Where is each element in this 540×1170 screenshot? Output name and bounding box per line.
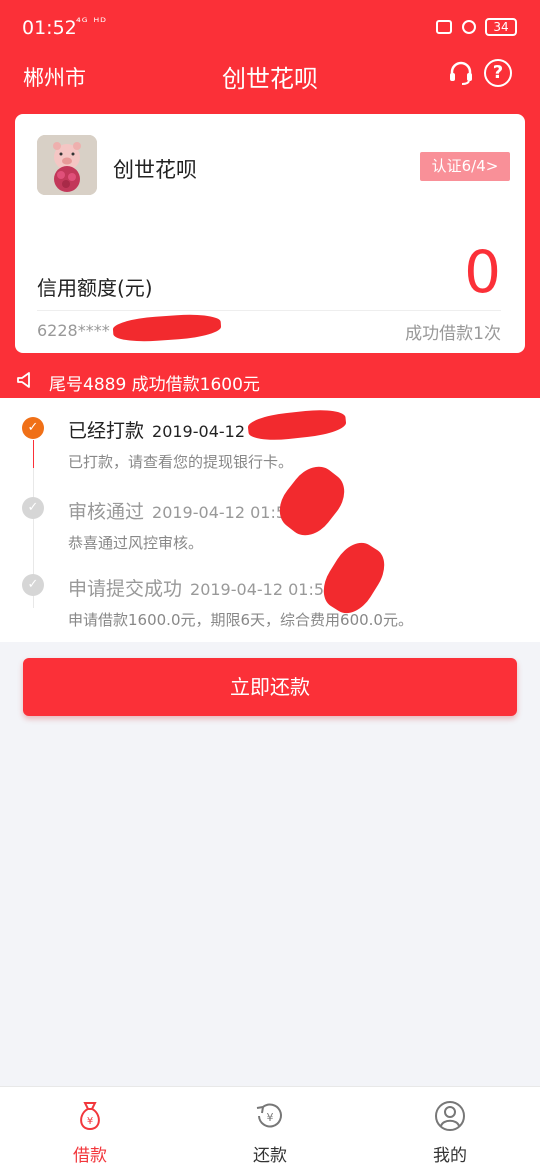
- step-title: 已经打款 2019-04-12 0: [68, 420, 261, 442]
- notice-bar: 尾号4889 成功借款1600元: [0, 368, 540, 395]
- credit-amount: 0: [464, 238, 501, 306]
- repay-icon: ¥: [256, 1103, 282, 1128]
- step-date: 2019-04-12 01:50: [190, 580, 335, 599]
- vibrate-icon: [436, 20, 452, 34]
- credit-limit-label: 信用额度(元): [37, 276, 153, 300]
- app-avatar: [37, 135, 97, 195]
- redaction-scribble: [112, 312, 222, 344]
- tab-repay[interactable]: ¥ 还款: [180, 1087, 360, 1170]
- loan-progress-timeline: ✓ 已经打款 2019-04-12 0 已打款，请查看您的提现银行卡。 ✓ 审核通…: [0, 398, 540, 642]
- money-bag-icon: ¥: [80, 1102, 100, 1131]
- speaker-icon: [17, 372, 30, 388]
- bank-card-number: 6228****: [37, 321, 110, 340]
- customer-service-icon[interactable]: [448, 60, 474, 86]
- repay-now-button[interactable]: 立即还款: [23, 658, 517, 716]
- auth-badge[interactable]: 认证6/4>: [420, 152, 510, 181]
- redaction-scribble: [246, 406, 348, 444]
- pig-avatar-icon: [37, 135, 97, 195]
- check-icon: ✓: [22, 574, 44, 596]
- battery-icon: 34: [485, 18, 517, 36]
- network-indicator: ⁴ᴳ ᴴᴰ: [76, 15, 107, 29]
- tab-mine[interactable]: 我的: [360, 1087, 540, 1170]
- step-description: 恭喜通过风控审核。: [68, 534, 204, 552]
- step-title: 审核通过 2019-04-12 01:50: [68, 501, 297, 523]
- status-time: 01:52: [22, 17, 77, 39]
- tab-label: 我的: [433, 1146, 467, 1166]
- notice-text: 尾号4889 成功借款1600元: [49, 375, 260, 395]
- bottom-tab-bar: ¥ 借款 ¥ 还款 我的: [0, 1086, 540, 1170]
- card-divider: [37, 310, 501, 311]
- step-title: 申请提交成功 2019-04-12 01:50: [68, 578, 335, 600]
- check-icon: ✓: [22, 417, 44, 439]
- credit-card-panel: 创世花呗 认证6/4> 信用额度(元) 0 6228**** 成功借款1次: [15, 114, 525, 353]
- timeline-line-active: [33, 440, 34, 468]
- step-description: 申请借款1600.0元，期限6天，综合费用600.0元。: [68, 611, 413, 629]
- step-date: 2019-04-12 0: [152, 422, 261, 441]
- step-description: 已打款，请查看您的提现银行卡。: [68, 453, 294, 471]
- top-nav: 郴州市 创世花呗 ?: [0, 56, 540, 96]
- tab-label: 借款: [73, 1146, 107, 1166]
- user-icon: [435, 1101, 465, 1131]
- help-icon[interactable]: ?: [484, 59, 512, 87]
- step-date: 2019-04-12 01:50: [152, 503, 297, 522]
- loan-success-count: 成功借款1次: [405, 324, 501, 344]
- tab-borrow[interactable]: ¥ 借款: [0, 1087, 180, 1170]
- check-icon: ✓: [22, 497, 44, 519]
- status-bar: 01:52 ⁴ᴳ ᴴᴰ 34: [0, 0, 540, 56]
- rotation-lock-icon: [462, 20, 476, 34]
- svg-text:¥: ¥: [87, 1116, 93, 1127]
- svg-text:¥: ¥: [267, 1111, 274, 1124]
- tab-label: 还款: [253, 1146, 287, 1166]
- app-name: 创世花呗: [113, 158, 197, 182]
